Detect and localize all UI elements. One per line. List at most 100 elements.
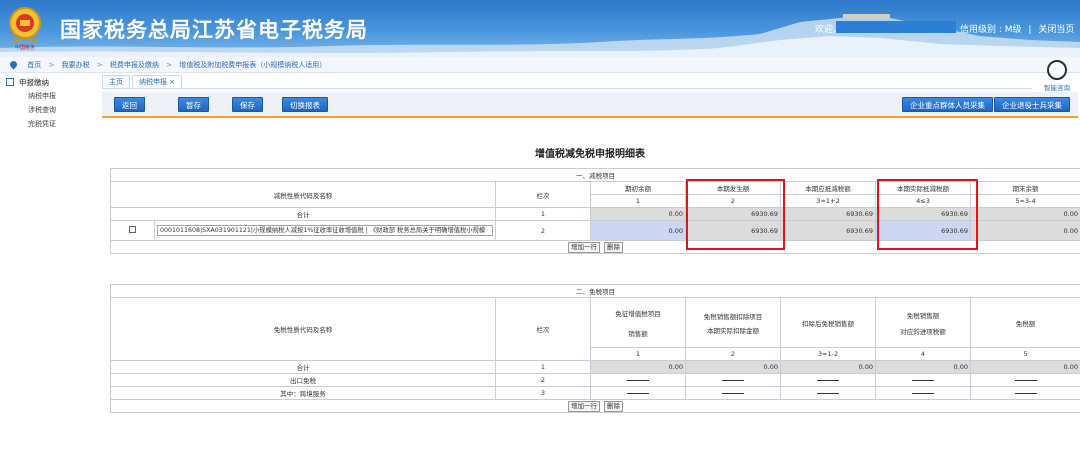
name-cell: 0001011608|SXA031901121|小规模纳税人减按1%征收率征收增… (154, 220, 496, 241)
sidebar-heading[interactable]: 申报缴纳 (0, 73, 96, 89)
col-header: 免征增值税项目 销售额 (590, 297, 686, 348)
sidebar-item-declare[interactable]: 纳税申报 (0, 89, 96, 103)
line-number: 2 (495, 220, 591, 241)
empty-cell (780, 386, 876, 400)
exemption-table: 二、免税项目 免税性质代码及名称 栏次 免征增值税项目 销售额 免税销售额扣除项目… (109, 284, 1080, 413)
table-row: 其中：跨境服务 3 (110, 386, 1080, 400)
col-code: 4 (875, 347, 971, 361)
empty-cell (780, 373, 876, 387)
user-name-redacted (836, 21, 956, 33)
col-code: 5 (969, 347, 1080, 361)
welcome-text: 欢迎, (815, 25, 836, 35)
closing-balance-cell: 0.00 (970, 220, 1080, 241)
col-header: 免税额 (969, 297, 1080, 348)
empty-cell (590, 386, 686, 400)
empty-cell (875, 373, 971, 387)
tab-bar: 主页 纳税申报 × (102, 74, 1032, 89)
sidebar: 申报缴纳 纳税申报 涉税查询 完税凭证 (0, 73, 96, 459)
exemption-name-header: 免税性质代码及名称 (110, 297, 496, 361)
total-cell: 0.00 (875, 360, 971, 374)
col-code: 5=3-4 (970, 194, 1080, 208)
col-code: 3=1+2 (780, 194, 876, 208)
site-header: 中国税务 国家税务总局江苏省电子税务局 欢迎, 信用级别 : M级 | 关闭当页 (0, 0, 1080, 57)
line-number: 3 (495, 386, 591, 400)
breadcrumb-tax[interactable]: 我要办税 (62, 61, 90, 69)
total-cell: 0.00 (969, 360, 1080, 374)
credit-level: 信用级别 : M级 (960, 25, 1022, 35)
col-code: 1 (590, 347, 686, 361)
empty-cell (875, 386, 971, 400)
line-number: 2 (495, 373, 591, 387)
add-row-button[interactable]: 增加一行 (567, 400, 600, 412)
exemption-section-title: 二、免税项目 (109, 284, 1080, 298)
col-header: 期末余额 (970, 181, 1080, 195)
headset-icon (1047, 60, 1067, 80)
sidebar-item-query[interactable]: 涉税查询 (0, 103, 96, 117)
col-header: 免税销售额 对应的进项税额 (875, 297, 971, 348)
tax-emblem-icon: 中国税务 (9, 7, 41, 51)
breadcrumb: 首页 > 我要办税 > 税费申报及缴纳 > 增值税及附加税费申报表（小规模纳税人… (0, 57, 1080, 73)
col-header: 本期应抵减税额 (780, 181, 876, 195)
temp-save-button[interactable]: 暂存 (178, 97, 209, 112)
reduction-name-header: 减税性质代码及名称 (110, 181, 496, 208)
svg-text:中国税务: 中国税务 (15, 44, 35, 51)
empty-cell (685, 386, 781, 400)
add-row-button[interactable]: 增加一行 (567, 241, 600, 253)
header-right: 信用级别 : M级 | 关闭当页 (960, 22, 1074, 35)
veteran-collect-button[interactable]: 企业退役士兵采集 (994, 97, 1070, 112)
highlight-box-current-amount (686, 179, 785, 250)
form-title: 增值税减免税申报明细表 (535, 149, 645, 160)
menu-square-icon (6, 78, 14, 86)
empty-cell (969, 386, 1080, 400)
key-group-collect-button[interactable]: 企业重点群体人员采集 (902, 97, 993, 112)
save-button[interactable]: 保存 (232, 97, 263, 112)
sidebar-item-certificate[interactable]: 完税凭证 (0, 117, 96, 131)
row-checkbox-cell (110, 220, 155, 241)
table-row: 合计 1 0.00 0.00 0.00 0.00 0.00 (110, 360, 1080, 374)
line-number: 1 (495, 207, 591, 221)
total-cell: 0.00 (590, 207, 686, 221)
breadcrumb-declare[interactable]: 税费申报及缴纳 (110, 61, 159, 69)
breadcrumb-current: 增值税及附加税费申报表（小规模纳税人适用） (179, 61, 327, 69)
empty-cell (969, 373, 1080, 387)
reduction-code-select[interactable]: 0001011608|SXA031901121|小规模纳税人减按1%征收率征收增… (157, 225, 493, 236)
deductible-tax-cell: 6930.69 (780, 220, 876, 241)
tab-declare[interactable]: 纳税申报 × (132, 75, 183, 88)
export-label: 出口免税 (110, 373, 496, 387)
delete-row-button[interactable]: 删除 (604, 400, 624, 412)
cross-border-label: 其中：跨境服务 (110, 386, 496, 400)
total-cell: 0.00 (970, 207, 1080, 221)
table-row: 出口免税 2 (110, 373, 1080, 387)
smart-consult-button[interactable]: 智能咨询 (1038, 60, 1076, 94)
toolbar: 返回 暂存 保存 切换报表 企业重点群体人员采集 企业退役士兵采集 (102, 92, 1078, 118)
total-cell: 0.00 (780, 360, 876, 374)
total-label: 合计 (110, 207, 496, 221)
col-code: 3=1-2 (780, 347, 876, 361)
back-button[interactable]: 返回 (114, 97, 145, 112)
tab-home[interactable]: 主页 (102, 75, 130, 88)
total-label: 合计 (110, 360, 496, 374)
close-page-link[interactable]: 关闭当页 (1038, 25, 1074, 35)
col-code: 2 (685, 347, 781, 361)
empty-cell (590, 373, 686, 387)
total-cell: 0.00 (685, 360, 781, 374)
highlight-box-actual-deduction (877, 179, 978, 250)
empty-cell (685, 373, 781, 387)
breadcrumb-home[interactable]: 首页 (27, 61, 41, 69)
row-checkbox[interactable] (129, 226, 136, 233)
delete-row-button[interactable]: 删除 (604, 241, 624, 253)
line-number: 1 (495, 360, 591, 374)
opening-balance-input[interactable]: 0.00 (590, 220, 686, 241)
exemption-line-header: 栏次 (495, 297, 591, 361)
reduction-line-header: 栏次 (495, 181, 591, 208)
col-header: 扣除后免税销售额 (780, 297, 876, 348)
col-header: 免税销售额扣除项目 本期实际扣除金额 (685, 297, 781, 348)
location-pin-icon (8, 59, 19, 70)
row-actions: 增加一行 删除 (109, 399, 1080, 413)
header-divider: | (1028, 25, 1032, 35)
col-code: 1 (590, 194, 686, 208)
switch-report-button[interactable]: 切换报表 (282, 97, 328, 112)
total-cell: 0.00 (590, 360, 686, 374)
total-cell: 6930.69 (780, 207, 876, 221)
site-title: 国家税务总局江苏省电子税务局 (60, 18, 368, 42)
